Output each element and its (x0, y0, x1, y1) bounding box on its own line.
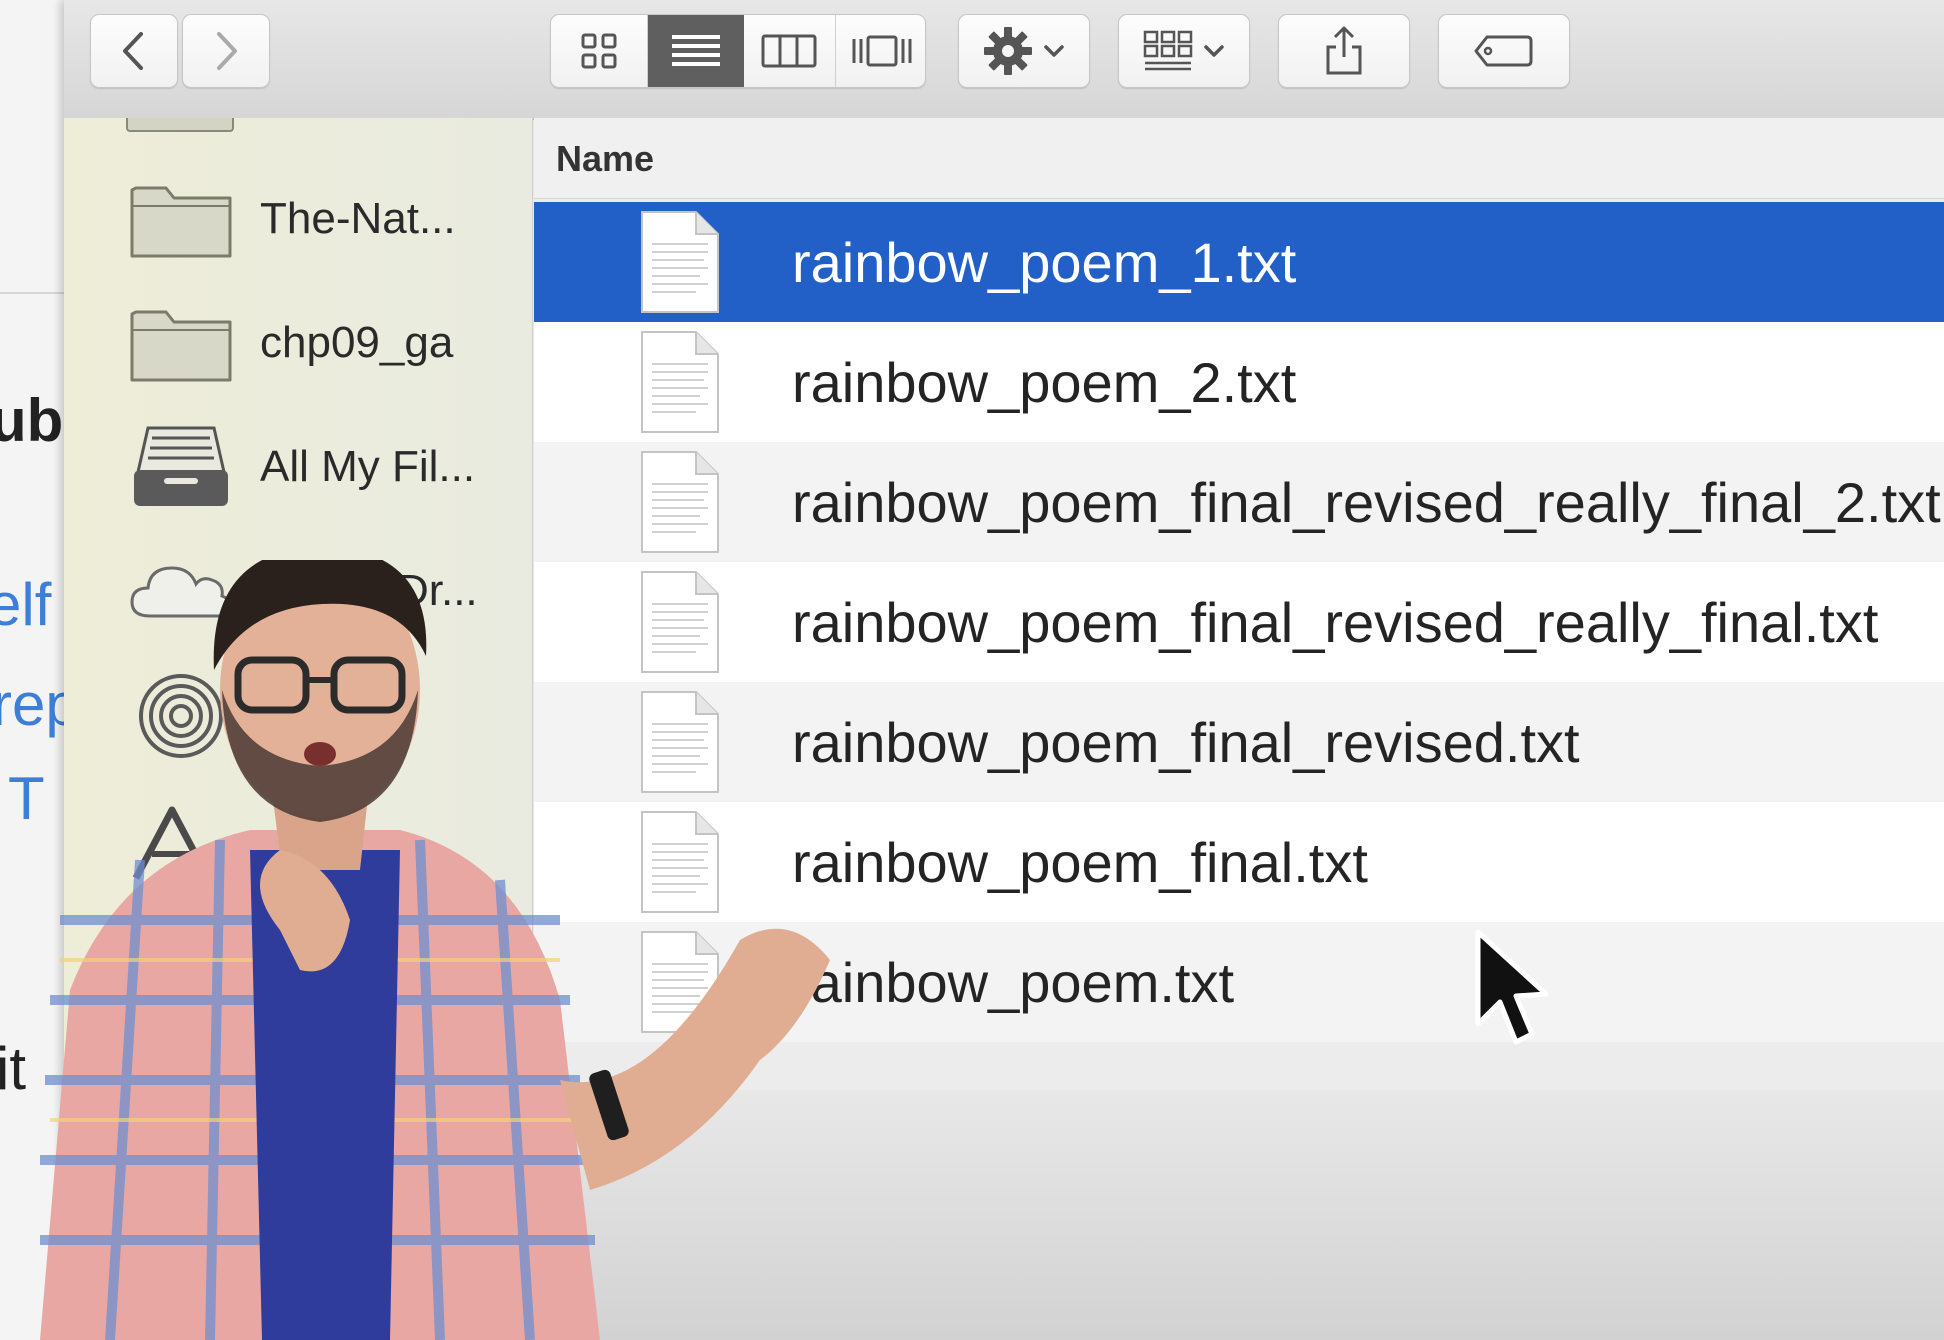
arrange-menu-button[interactable] (1118, 14, 1250, 88)
text-file-icon (641, 211, 719, 313)
background-divider (0, 292, 64, 294)
share-icon (1326, 26, 1362, 75)
share-button[interactable] (1278, 14, 1410, 88)
back-button[interactable] (90, 14, 178, 88)
toolbar (64, 0, 1944, 120)
cover-flow-icon (852, 35, 912, 67)
view-mode-control (550, 14, 926, 88)
text-file-icon (641, 331, 719, 433)
list-view-button[interactable] (647, 15, 744, 87)
list-icon (672, 35, 720, 66)
tag-icon (1474, 35, 1533, 67)
gear-icon (984, 27, 1032, 75)
arrange-grid-icon (1143, 30, 1193, 71)
tags-button[interactable] (1438, 14, 1570, 88)
file-name: rainbow_poem_2.txt (792, 351, 1297, 414)
cover-flow-view-button[interactable] (835, 15, 925, 87)
icon-view-button[interactable] (551, 15, 647, 87)
forward-button[interactable] (182, 14, 270, 88)
folder-icon (126, 118, 234, 132)
folder-icon (130, 310, 232, 382)
file-name: rainbow_poem_final_revised_really_final.… (792, 591, 1879, 654)
sidebar-item-chp09-ga[interactable]: chp09_ga (64, 288, 532, 398)
file-row[interactable]: rainbow_poem_final_revised_really_final_… (534, 442, 1944, 562)
mouse-pointer-icon (1475, 929, 1549, 1045)
sidebar-item-all-my-files[interactable]: All My Fil... (64, 412, 532, 522)
file-row[interactable]: rainbow_poem_1.txt (534, 202, 1944, 322)
columns-icon (761, 34, 817, 68)
sidebar-item-label: All My Fil... (260, 442, 476, 491)
sidebar-item-label: chp09_ga (260, 318, 454, 367)
chevron-left-icon (123, 32, 143, 70)
text-file-icon (641, 451, 719, 553)
all-my-files-icon (134, 426, 228, 506)
chevron-down-icon (1204, 45, 1224, 57)
chevron-down-icon (1044, 45, 1064, 57)
folder-icon (130, 186, 232, 258)
presenter-video-overlay (40, 560, 830, 1340)
chevron-right-icon (217, 32, 237, 70)
file-name: rainbow_poem_final_revised_really_final_… (792, 471, 1941, 534)
sidebar-item-label: The-Nat... (260, 194, 456, 243)
file-row[interactable]: rainbow_poem_2.txt (534, 322, 1944, 442)
grid-icon (581, 33, 617, 69)
column-header: Name (534, 118, 1944, 199)
name-column-header[interactable]: Name (556, 138, 654, 180)
sidebar-item-the-nat[interactable]: The-Nat... (64, 164, 532, 274)
file-name: rainbow_poem_1.txt (792, 231, 1297, 294)
column-view-button[interactable] (743, 15, 835, 87)
background-text-fragment: ub (0, 387, 64, 454)
action-menu-button[interactable] (958, 14, 1090, 88)
